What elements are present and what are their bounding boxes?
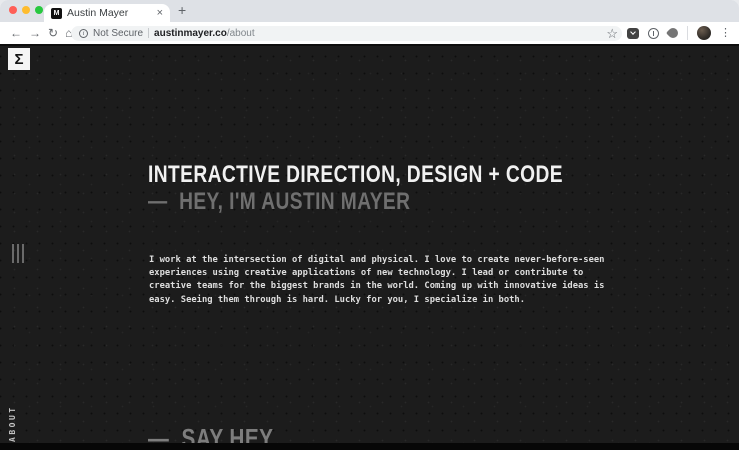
minimize-window-button[interactable] — [22, 6, 30, 14]
page-subtitle: — HEY, I'M AUSTIN MAYER — [148, 190, 596, 214]
page-title: INTERACTIVE DIRECTION, DESIGN + CODE — [148, 163, 566, 187]
address-divider — [148, 28, 149, 38]
window-controls — [9, 6, 43, 14]
tab-close-icon[interactable]: × — [157, 8, 163, 19]
close-window-button[interactable] — [9, 6, 17, 14]
tab-favicon-icon: M — [51, 8, 62, 19]
forward-icon[interactable]: → — [29, 27, 41, 39]
url-text: austinmayer.co/about — [154, 28, 255, 39]
site-info-icon[interactable]: i — [79, 29, 88, 38]
security-status-label: Not Secure — [93, 28, 143, 39]
tab-strip: M Austin Mayer × + — [0, 0, 739, 22]
menu-bars-icon[interactable] — [12, 244, 24, 263]
url-host: austinmayer.co — [154, 28, 227, 39]
browser-menu-icon[interactable]: ⋮ — [720, 28, 731, 39]
site-logo[interactable]: Σ — [8, 48, 30, 70]
intro-paragraph: I work at the intersection of digital an… — [149, 254, 611, 307]
address-bar[interactable]: i Not Secure austinmayer.co/about — [71, 26, 622, 41]
about-side-label: ABOUT — [8, 405, 17, 442]
browser-tab[interactable]: M Austin Mayer × — [44, 4, 170, 22]
browser-window: M Austin Mayer × + ← → ↻ ⌂ i Not Secure … — [0, 0, 739, 450]
url-path: /about — [227, 28, 255, 39]
page-content: Σ INTERACTIVE DIRECTION, DESIGN + CODE —… — [0, 44, 739, 450]
bottom-strip — [0, 443, 739, 450]
profile-avatar[interactable] — [697, 26, 711, 40]
toolbar-right-icons: ☆ ⋮ — [606, 22, 731, 44]
bookmark-star-icon[interactable]: ☆ — [606, 27, 618, 40]
extension-icon[interactable] — [666, 26, 680, 40]
new-tab-button[interactable]: + — [178, 2, 186, 18]
nav-controls: ← → ↻ ⌂ — [0, 27, 72, 39]
reload-icon[interactable]: ↻ — [48, 27, 58, 39]
pocket-extension-icon[interactable] — [627, 28, 639, 39]
password-extension-icon[interactable] — [648, 28, 659, 39]
toolbar-divider — [687, 26, 688, 40]
hero-section: INTERACTIVE DIRECTION, DESIGN + CODE — H… — [148, 163, 596, 214]
zoom-window-button[interactable] — [35, 6, 43, 14]
browser-toolbar: ← → ↻ ⌂ i Not Secure austinmayer.co/abou… — [0, 22, 739, 44]
back-icon[interactable]: ← — [10, 27, 22, 39]
tab-title: Austin Mayer — [67, 7, 152, 19]
